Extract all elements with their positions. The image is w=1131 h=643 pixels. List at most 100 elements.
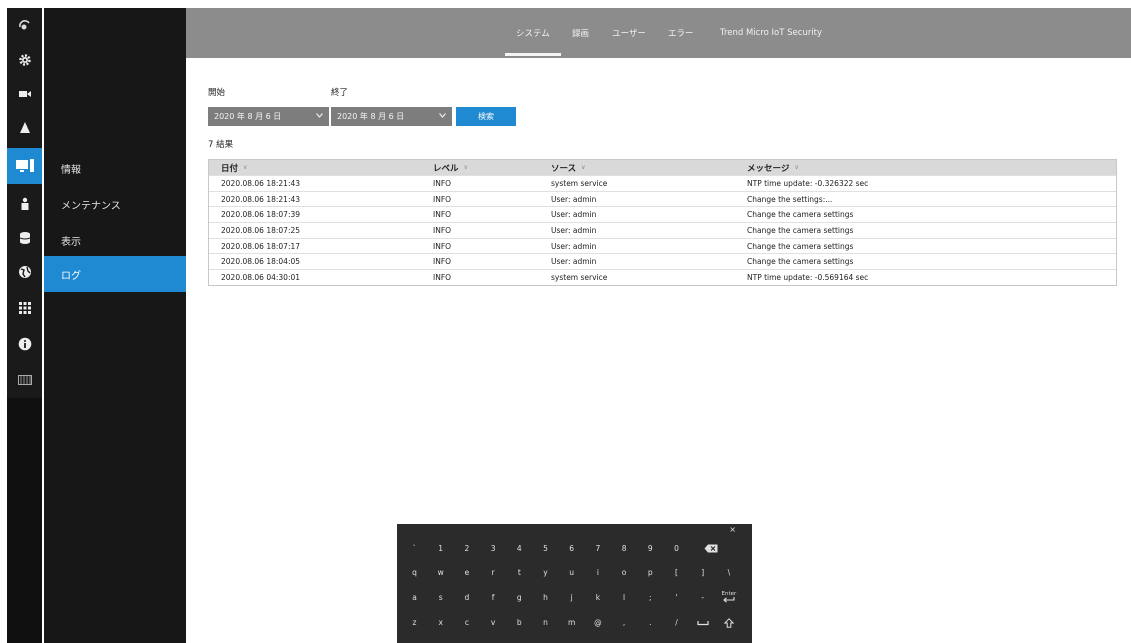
table-row[interactable]: 2020.08.06 18:21:43 INFO system service NTP… bbox=[209, 175, 1116, 191]
gear-icon[interactable] bbox=[7, 44, 42, 76]
sidebar-item-display[interactable]: 表示 bbox=[44, 222, 186, 258]
table-row[interactable]: 2020.08.06 04:30:01 INFO system service NTP… bbox=[209, 269, 1116, 285]
table-row[interactable]: 2020.08.06 18:07:17 INFO User: admin Change… bbox=[209, 237, 1116, 254]
monitor-icon[interactable] bbox=[7, 148, 42, 184]
chevron-down-icon bbox=[316, 113, 323, 118]
key[interactable]: t bbox=[508, 562, 531, 583]
key[interactable]: s bbox=[429, 587, 452, 608]
key[interactable]: j bbox=[560, 587, 583, 608]
enter-key[interactable]: Enter bbox=[717, 587, 740, 608]
key[interactable]: h bbox=[534, 587, 557, 608]
message-cell: NTP time update: -0.569164 sec bbox=[747, 272, 869, 282]
column-header-message[interactable]: メッセージ ∨ bbox=[747, 160, 799, 175]
column-header-level[interactable]: レベル ∨ bbox=[433, 160, 468, 175]
key[interactable]: 7 bbox=[586, 538, 609, 559]
key[interactable]: 1 bbox=[429, 538, 452, 559]
end-date-select[interactable]: 2020 年 8 月 6 日 bbox=[331, 107, 452, 126]
info-icon[interactable] bbox=[7, 328, 42, 360]
key[interactable]: i bbox=[586, 562, 609, 583]
key[interactable]: ' bbox=[665, 587, 688, 608]
database-icon[interactable] bbox=[7, 222, 42, 254]
key[interactable]: 0 bbox=[665, 538, 688, 559]
key[interactable]: 2 bbox=[455, 538, 478, 559]
key[interactable]: 8 bbox=[613, 538, 636, 559]
column-header-date[interactable]: 日付 ∨ bbox=[221, 160, 247, 175]
keyboard-close-button[interactable]: × bbox=[729, 525, 736, 534]
sidebar-item-log[interactable]: ログ bbox=[44, 256, 186, 292]
key[interactable]: [ bbox=[665, 562, 688, 583]
video-camera-icon[interactable] bbox=[7, 78, 42, 110]
key[interactable]: / bbox=[665, 612, 688, 633]
key[interactable]: n bbox=[534, 612, 557, 633]
key[interactable]: ] bbox=[691, 562, 714, 583]
key[interactable]: x bbox=[429, 612, 452, 633]
key[interactable]: @ bbox=[586, 612, 609, 633]
table-body: 2020.08.06 18:21:43 INFO system service NTP… bbox=[209, 175, 1116, 285]
tab-error[interactable]: エラー bbox=[668, 8, 694, 58]
end-date-value: 2020 年 8 月 6 日 bbox=[337, 112, 405, 121]
key[interactable]: g bbox=[508, 587, 531, 608]
key[interactable]: - bbox=[691, 587, 714, 608]
key[interactable]: 5 bbox=[534, 538, 557, 559]
table-row[interactable]: 2020.08.06 18:07:25 INFO User: admin Change… bbox=[209, 222, 1116, 238]
key[interactable]: k bbox=[586, 587, 609, 608]
key[interactable]: f bbox=[482, 587, 505, 608]
camera-eye-icon[interactable] bbox=[7, 10, 42, 42]
key[interactable]: d bbox=[455, 587, 478, 608]
search-button[interactable]: 検索 bbox=[456, 107, 516, 126]
column-header-source[interactable]: ソース ∨ bbox=[551, 160, 585, 175]
sidebar-item-info[interactable]: 情報 bbox=[44, 150, 186, 186]
key[interactable]: 3 bbox=[482, 538, 505, 559]
key[interactable]: 6 bbox=[560, 538, 583, 559]
level-cell: INFO bbox=[433, 178, 452, 188]
level-cell: INFO bbox=[433, 194, 452, 204]
key[interactable]: . bbox=[639, 612, 662, 633]
person-icon[interactable] bbox=[7, 188, 42, 220]
key[interactable]: r bbox=[482, 562, 505, 583]
top-tab-bar: システム 録画 ユーザー エラー Trend Micro IoT Securit… bbox=[186, 8, 1131, 58]
key[interactable]: ` bbox=[403, 538, 426, 559]
space-key[interactable] bbox=[691, 612, 714, 633]
key[interactable]: 4 bbox=[508, 538, 531, 559]
key[interactable]: w bbox=[429, 562, 452, 583]
date-cell: 2020.08.06 18:07:17 bbox=[221, 241, 301, 251]
start-date-select[interactable]: 2020 年 8 月 6 日 bbox=[208, 107, 329, 126]
table-row[interactable]: 2020.08.06 18:04:05 INFO User: admin Change… bbox=[209, 253, 1116, 269]
key[interactable]: \ bbox=[717, 562, 740, 583]
active-tab-indicator bbox=[505, 53, 561, 56]
key[interactable]: z bbox=[403, 612, 426, 633]
tab-recording[interactable]: 録画 bbox=[572, 8, 589, 58]
message-cell: NTP time update: -0.326322 sec bbox=[747, 178, 869, 188]
key[interactable]: ; bbox=[639, 587, 662, 608]
backspace-key[interactable] bbox=[699, 538, 722, 559]
key[interactable]: u bbox=[560, 562, 583, 583]
globe-icon[interactable] bbox=[7, 256, 42, 288]
on-screen-keyboard: × ` 1 2 3 4 5 6 7 8 9 0 q w e r t y u i o p[] \ a s d f g h j k l; ' - z x… bbox=[397, 524, 752, 643]
key[interactable]: p bbox=[639, 562, 662, 583]
bell-icon[interactable] bbox=[7, 112, 42, 144]
key[interactable]: a bbox=[403, 587, 426, 608]
key[interactable]: c bbox=[455, 612, 478, 633]
level-cell: INFO bbox=[433, 257, 452, 267]
date-cell: 2020.08.06 18:04:05 bbox=[221, 257, 301, 267]
grid-icon[interactable] bbox=[7, 292, 42, 324]
key[interactable]: y bbox=[534, 562, 557, 583]
key[interactable]: o bbox=[613, 562, 636, 583]
table-row[interactable]: 2020.08.06 18:07:39 INFO User: admin Change… bbox=[209, 206, 1116, 222]
shift-key[interactable] bbox=[717, 612, 740, 633]
key[interactable]: 9 bbox=[639, 538, 662, 559]
key[interactable]: q bbox=[403, 562, 426, 583]
tab-trend-micro[interactable]: Trend Micro IoT Security bbox=[720, 8, 822, 58]
key[interactable]: v bbox=[482, 612, 505, 633]
tab-user[interactable]: ユーザー bbox=[612, 8, 646, 58]
key[interactable]: b bbox=[508, 612, 531, 633]
film-icon[interactable] bbox=[7, 364, 42, 396]
key[interactable]: , bbox=[613, 612, 636, 633]
tab-system[interactable]: システム bbox=[516, 8, 550, 58]
key[interactable]: m bbox=[560, 612, 583, 633]
sidebar-item-maintenance[interactable]: メンテナンス bbox=[44, 186, 186, 222]
source-cell: system service bbox=[551, 272, 608, 282]
key[interactable]: l bbox=[613, 587, 636, 608]
key[interactable]: e bbox=[455, 562, 478, 583]
table-row[interactable]: 2020.08.06 18:21:43 INFO User: admin Change… bbox=[209, 190, 1116, 207]
